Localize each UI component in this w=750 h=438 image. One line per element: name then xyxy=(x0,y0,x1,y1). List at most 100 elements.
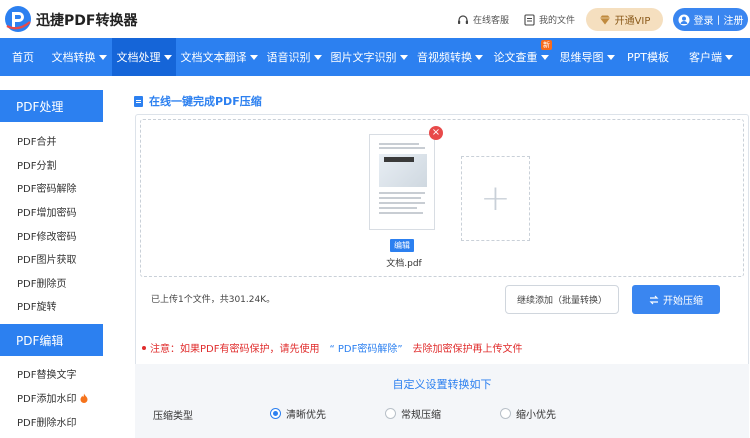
nav-item-paper-check[interactable]: 论文查重 新 xyxy=(488,38,554,76)
compression-type-label: 压缩类型 xyxy=(153,411,193,422)
password-notice: 注意：如果PDF有密码保护，请先使用 “ PDF密码解除” 去除加密保护再上传文… xyxy=(142,340,523,355)
file-thumbnail[interactable] xyxy=(369,134,435,230)
nav-item-doc-process[interactable]: 文档处理 xyxy=(112,38,176,76)
radio-label: 常规压缩 xyxy=(401,410,441,421)
nav-label: 图片文字识别 xyxy=(330,51,397,64)
start-compress-button[interactable]: 开始压缩 xyxy=(632,285,720,314)
radio-clarity-first[interactable]: 清晰优先 xyxy=(270,406,326,421)
continue-add-button[interactable]: 继续添加（批量转换） xyxy=(505,285,619,314)
nav-item-mind-map[interactable]: 思维导图 xyxy=(554,38,620,76)
radio-selected-icon xyxy=(270,408,281,419)
radio-normal-compress[interactable]: 常规压缩 xyxy=(385,406,441,421)
chevron-down-icon xyxy=(475,54,483,60)
settings-title: 自定义设置转换如下 xyxy=(392,378,492,391)
nav-label: 文档转换 xyxy=(51,51,96,64)
upload-summary: 已上传1个文件，共301.24K。 xyxy=(151,295,276,305)
nav-label: PPT模板 xyxy=(627,51,669,64)
sidebar-item-pdf-split[interactable]: PDF分割 xyxy=(17,157,56,172)
section-title-text: 在线一键完成PDF压缩 xyxy=(149,95,262,108)
chevron-down-icon xyxy=(606,54,615,60)
radio-unselected-icon xyxy=(385,408,396,419)
chevron-down-icon xyxy=(313,54,322,60)
chevron-down-icon xyxy=(163,54,172,60)
remove-file-close-icon[interactable]: × xyxy=(429,126,443,140)
upload-drop-zone[interactable]: × 编辑 文档.pdf + xyxy=(140,119,744,277)
nav-item-ppt-template[interactable]: PPT模板 xyxy=(620,38,676,76)
sidebar-item-pdf-replace-text[interactable]: PDF替换文字 xyxy=(17,366,76,381)
thumbnail-text-line xyxy=(379,207,417,209)
bullet-dot-icon xyxy=(142,345,146,350)
brand-logo-icon[interactable] xyxy=(3,4,33,34)
thumbnail-text-line xyxy=(379,192,425,194)
chevron-down-icon xyxy=(540,54,549,60)
new-badge: 新 xyxy=(541,40,552,50)
sidebar-item-pdf-merge[interactable]: PDF合并 xyxy=(17,133,56,148)
radio-label: 清晰优先 xyxy=(286,410,326,421)
upload-panel: × 编辑 文档.pdf + 已上传1个文件，共301.24K。 继续添加（批量转… xyxy=(135,114,749,402)
edit-file-button[interactable]: 编辑 xyxy=(390,239,414,252)
login-register-label: 登录丨注册 xyxy=(693,16,744,27)
sidebar-group-title-pdf-edit: PDF编辑 xyxy=(0,324,103,356)
radio-unselected-icon xyxy=(500,408,511,419)
nav-item-speech-recognition[interactable]: 语音识别 xyxy=(262,38,326,76)
sidebar-item-pdf-add-watermark[interactable]: PDF添加水印 xyxy=(17,390,88,405)
sidebar-item-pdf-extract-images[interactable]: PDF图片获取 xyxy=(17,251,76,266)
sidebar-group-title-pdf-process: PDF处理 xyxy=(0,90,103,122)
sidebar-item-pdf-rotate[interactable]: PDF旋转 xyxy=(17,298,56,313)
my-files-label: 我的文件 xyxy=(539,16,576,26)
nav-item-client[interactable]: 客户端 xyxy=(676,38,746,76)
thumbnail-text-line xyxy=(379,197,421,199)
login-register-button[interactable]: 登录丨注册 xyxy=(673,8,748,31)
notice-suffix: 去除加密保护再上传文件 xyxy=(412,344,523,355)
thumbnail-image-caption xyxy=(384,157,414,162)
nav-item-home[interactable]: 首页 xyxy=(0,38,46,76)
nav-item-doc-convert[interactable]: 文档转换 xyxy=(46,38,112,76)
main-content: 在线一键完成PDF压缩 × 编辑 文档.pdf + 已上传1个文件，共301.2… xyxy=(120,76,750,438)
sidebar: PDF处理 PDF合并 PDF分割 PDF密码解除 PDF增加密码 PDF修改密… xyxy=(0,76,120,438)
sidebar-item-pdf-change-password[interactable]: PDF修改密码 xyxy=(17,228,76,243)
nav-label: 首页 xyxy=(12,51,34,64)
online-service-link[interactable]: 在线客服 xyxy=(457,13,509,26)
radio-size-first[interactable]: 缩小优先 xyxy=(500,406,556,421)
thumbnail-text-line xyxy=(379,202,425,204)
chevron-down-icon xyxy=(399,54,408,60)
start-compress-label: 开始压缩 xyxy=(663,296,703,307)
headset-icon xyxy=(458,14,468,24)
main-nav: 首页 文档转换 文档处理 文档文本翻译 语音识别 图片文字识别 音视频转换 论文… xyxy=(0,38,750,76)
nav-label: 客户端 xyxy=(689,51,722,64)
pdf-unlock-link[interactable]: “ PDF密码解除” xyxy=(329,340,402,355)
nav-item-doc-translate[interactable]: 文档文本翻译 xyxy=(176,38,262,76)
nav-item-image-ocr[interactable]: 图片文字识别 xyxy=(326,38,412,76)
nav-label: 音视频转换 xyxy=(417,51,472,64)
nav-label: 文档文本翻译 xyxy=(180,51,247,64)
chevron-down-icon xyxy=(725,54,733,60)
nav-item-av-convert[interactable]: 音视频转换 xyxy=(412,38,488,76)
online-service-label: 在线客服 xyxy=(473,16,510,26)
top-header: 迅捷PDF转换器 在线客服 我的文件 开通VIP 登录丨注册 xyxy=(0,0,750,38)
nav-label: 论文查重 xyxy=(493,51,538,64)
sidebar-item-pdf-remove-watermark[interactable]: PDF删除水印 xyxy=(17,414,76,429)
thumbnail-text-line xyxy=(379,212,423,214)
chevron-down-icon xyxy=(98,54,107,60)
nav-label: 文档处理 xyxy=(116,51,161,64)
section-title: 在线一键完成PDF压缩 xyxy=(134,93,262,109)
brand-name[interactable]: 迅捷PDF转换器 xyxy=(36,10,137,30)
sidebar-item-label: PDF添加水印 xyxy=(17,394,77,405)
file-name: 文档.pdf xyxy=(386,259,422,269)
conversion-settings: 自定义设置转换如下 压缩类型 清晰优先 常规压缩 缩小优先 xyxy=(135,364,749,438)
thumbnail-text-line xyxy=(379,147,425,149)
sidebar-item-pdf-unlock[interactable]: PDF密码解除 xyxy=(17,180,76,195)
thumbnail-text-line xyxy=(379,143,419,145)
sidebar-item-pdf-delete-pages[interactable]: PDF删除页 xyxy=(17,275,66,290)
nav-label: 语音识别 xyxy=(266,51,311,64)
diamond-icon xyxy=(599,15,610,24)
vip-label: 开通VIP xyxy=(614,16,651,27)
nav-label: 思维导图 xyxy=(559,51,604,64)
fire-icon xyxy=(80,393,88,403)
document-icon xyxy=(134,95,143,107)
my-files-link[interactable]: 我的文件 xyxy=(524,13,575,26)
notice-prefix: 注意：如果PDF有密码保护，请先使用 xyxy=(150,344,320,355)
sidebar-item-pdf-add-password[interactable]: PDF增加密码 xyxy=(17,204,76,219)
vip-button[interactable]: 开通VIP xyxy=(586,8,663,31)
add-file-plus-icon[interactable]: + xyxy=(461,156,530,241)
